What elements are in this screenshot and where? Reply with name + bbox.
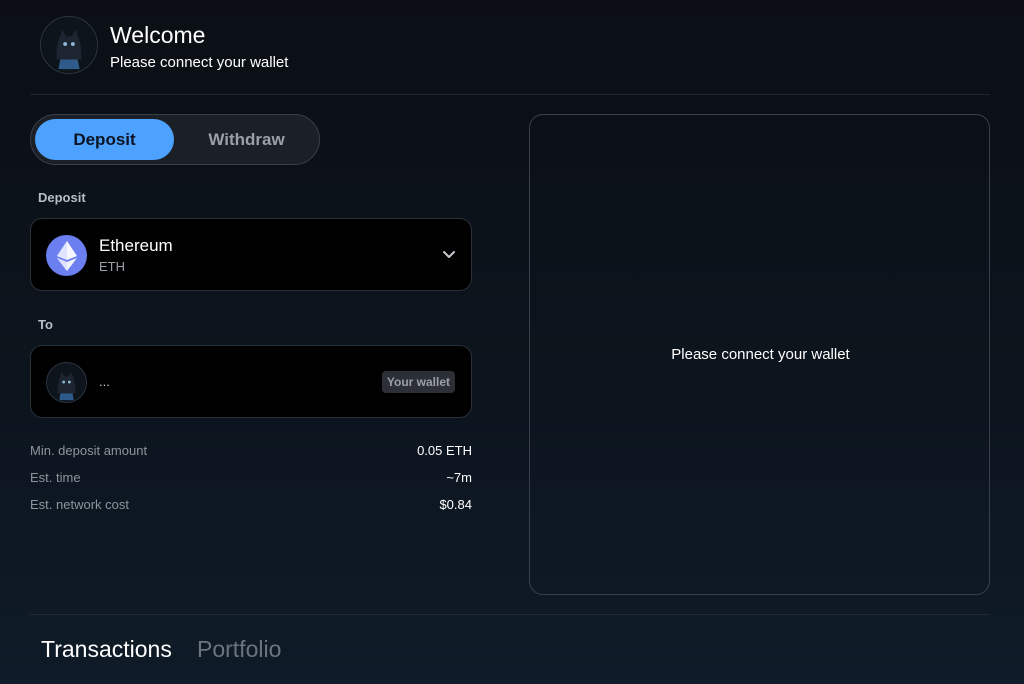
tab-deposit[interactable]: Deposit [35, 119, 174, 160]
app-root: Welcome Please connect your wallet Depos… [0, 0, 1024, 684]
page-title: Welcome [110, 21, 206, 48]
bottom-divider [30, 614, 990, 615]
info-row-network-cost: Est. network cost $0.84 [30, 497, 472, 512]
token-select[interactable]: Ethereum ETH [30, 218, 472, 291]
token-name: Ethereum [99, 236, 173, 255]
info-value: ~7m [446, 470, 472, 485]
info-row-est-time: Est. time ~7m [30, 470, 472, 485]
token-symbol: ETH [99, 259, 125, 274]
deposit-withdraw-toggle: Deposit Withdraw [30, 114, 320, 165]
tab-transactions[interactable]: Transactions [41, 636, 172, 663]
info-key: Est. time [30, 470, 81, 485]
tab-portfolio[interactable]: Portfolio [197, 636, 281, 663]
chevron-down-icon[interactable] [441, 247, 457, 268]
info-value: 0.05 ETH [417, 443, 472, 458]
your-wallet-badge: Your wallet [381, 371, 455, 393]
profile-avatar[interactable] [40, 16, 98, 74]
ethereum-icon [46, 235, 87, 276]
info-key: Est. network cost [30, 497, 129, 512]
info-key: Min. deposit amount [30, 443, 148, 458]
tab-withdraw[interactable]: Withdraw [176, 119, 317, 160]
header: Welcome Please connect your wallet [40, 16, 288, 74]
wallet-address: ... [99, 374, 110, 389]
wallet-avatar [46, 362, 87, 403]
info-value: $0.84 [439, 497, 472, 512]
cat-avatar-icon [41, 17, 97, 73]
cat-avatar-icon [47, 363, 86, 402]
header-text: Welcome Please connect your wallet [110, 20, 288, 71]
destination-wallet: ... Your wallet [30, 345, 472, 418]
deposit-label: Deposit [38, 190, 86, 205]
info-row-min-deposit: Min. deposit amount 0.05 ETH [30, 443, 472, 458]
page-subtitle: Please connect your wallet [110, 53, 289, 71]
connect-wallet-message: Please connect your wallet [671, 346, 850, 363]
header-divider [30, 94, 990, 95]
to-label: To [38, 317, 53, 332]
connect-wallet-panel: Please connect your wallet [529, 114, 990, 595]
